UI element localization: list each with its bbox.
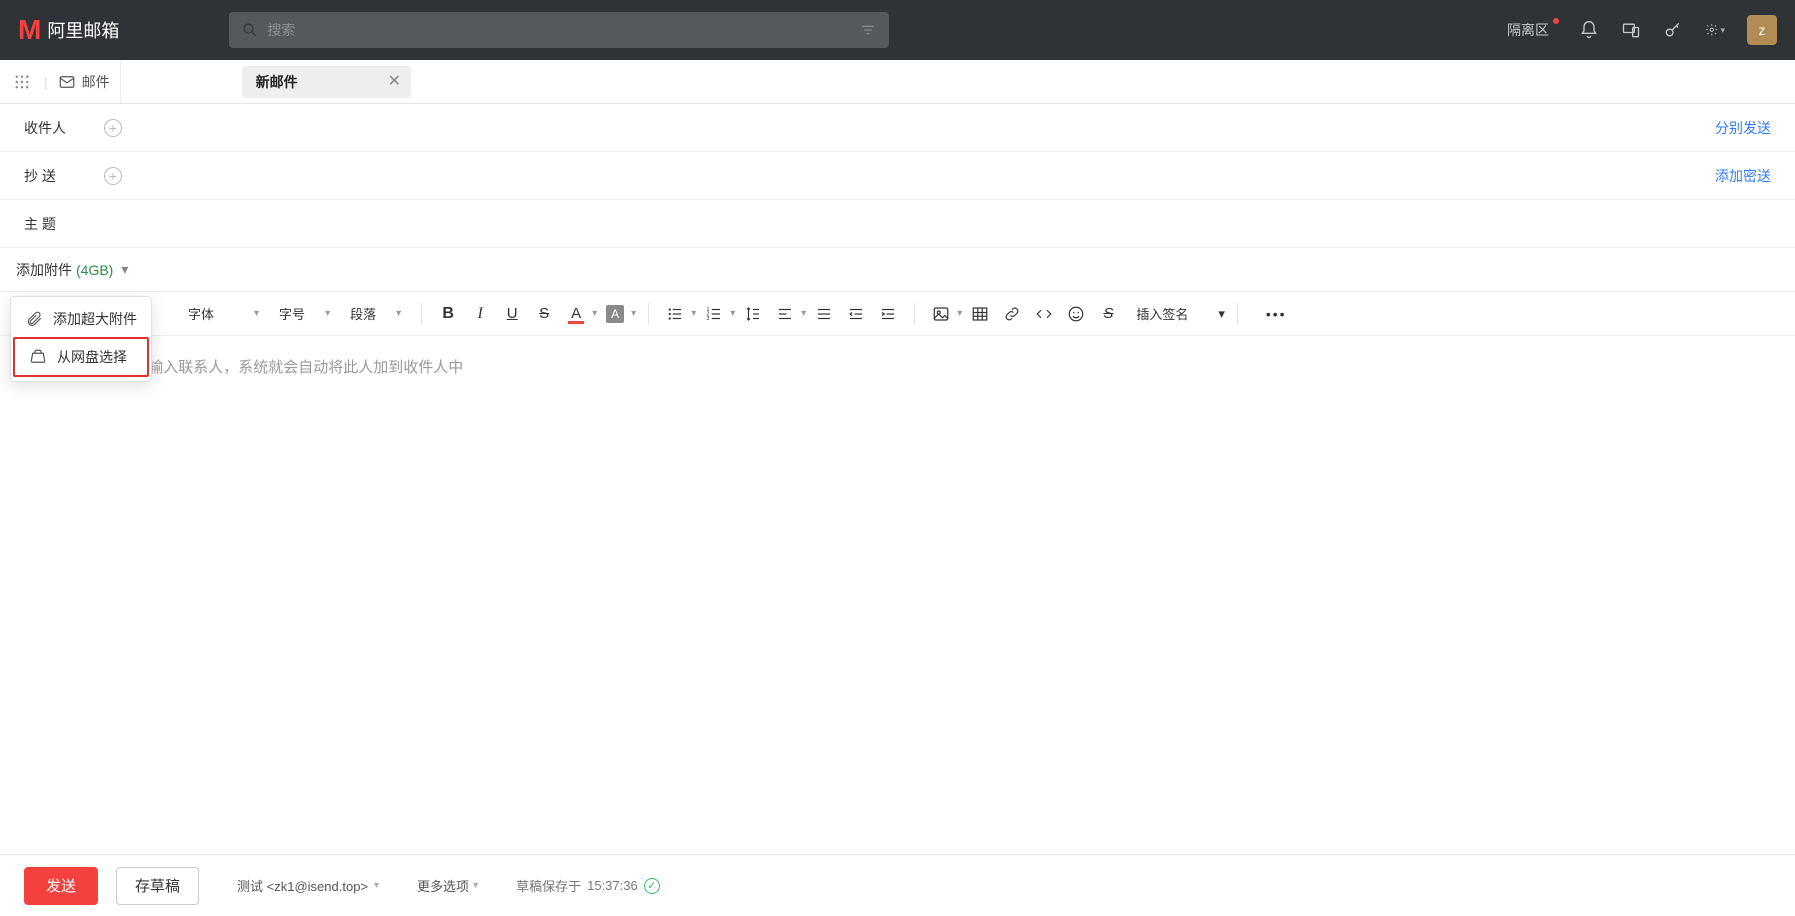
- compose-footer: 发送 存草稿 测试 <zk1@isend.top> ▾ 更多选项 ▾ 草稿保存于…: [0, 854, 1795, 916]
- attach-menu-drive-label: 从网盘选择: [57, 347, 127, 367]
- tab-row: | 邮件 新邮件 ✕: [0, 60, 1795, 104]
- italic-button[interactable]: I: [466, 300, 494, 328]
- cc-label: 抄 送: [24, 166, 84, 186]
- editor-body[interactable]: 你只需要在@后面输入联系人，系统就会自动将此人加到收件人中: [0, 336, 1795, 397]
- subject-row[interactable]: 主 题: [0, 200, 1795, 248]
- quarantine-label: 隔离区: [1507, 22, 1549, 38]
- check-icon: ✓: [644, 878, 660, 894]
- toolbar-more-button[interactable]: •••: [1266, 306, 1287, 322]
- subject-label: 主 题: [24, 214, 84, 234]
- insert-link-button[interactable]: [998, 300, 1026, 328]
- insert-signature-select[interactable]: 插入签名▾: [1136, 304, 1225, 323]
- to-label: 收件人: [24, 118, 84, 138]
- chevron-down-icon[interactable]: ▾: [121, 261, 128, 278]
- attachment-dropdown: 添加超大附件 从网盘选择: [10, 296, 152, 382]
- svg-text:3: 3: [707, 316, 710, 322]
- search-icon: [241, 21, 259, 39]
- brand-logo[interactable]: M 阿里邮箱: [18, 14, 119, 46]
- attachment-label: 添加附件: [16, 260, 72, 280]
- send-button[interactable]: 发送: [24, 867, 98, 905]
- attachment-row[interactable]: 添加附件 (4GB) ▾: [0, 248, 1795, 292]
- strikethrough-button[interactable]: S: [530, 300, 558, 328]
- from-value: 测试 <zk1@isend.top>: [237, 876, 368, 895]
- add-cc-icon[interactable]: +: [104, 167, 122, 185]
- devices-icon[interactable]: [1621, 20, 1641, 40]
- align-button[interactable]: ▾: [771, 300, 806, 328]
- editor-toolbar: 字体▾ 字号▾ 段落▾ B I U S A▾ A▾ ▾ 123▾ ▾ ▾ S 插…: [0, 292, 1795, 336]
- logo-mark-icon: M: [18, 14, 39, 46]
- quarantine-link[interactable]: 隔离区: [1507, 20, 1557, 40]
- add-recipient-icon[interactable]: +: [104, 119, 122, 137]
- apps-grid-icon[interactable]: [10, 70, 34, 94]
- search-bar[interactable]: [229, 12, 889, 48]
- key-icon[interactable]: [1663, 20, 1683, 40]
- drive-icon: [29, 348, 47, 366]
- font-family-select[interactable]: 字体▾: [180, 304, 267, 323]
- insert-table-button[interactable]: [966, 300, 994, 328]
- paragraph-select[interactable]: 段落▾: [342, 304, 409, 323]
- mail-icon: [58, 73, 76, 91]
- ordered-list-button[interactable]: 123▾: [700, 300, 735, 328]
- indent-decrease-button[interactable]: [842, 300, 870, 328]
- bell-icon[interactable]: [1579, 20, 1599, 40]
- font-size-select[interactable]: 字号▾: [271, 304, 338, 323]
- tab-mail-label: 邮件: [82, 72, 110, 92]
- underline-button[interactable]: U: [498, 300, 526, 328]
- attach-menu-drive[interactable]: 从网盘选择: [13, 337, 149, 377]
- user-avatar[interactable]: z: [1747, 15, 1777, 45]
- tab-compose-label: 新邮件: [256, 72, 298, 92]
- emoji-button[interactable]: [1062, 300, 1090, 328]
- unordered-list-button[interactable]: ▾: [661, 300, 696, 328]
- recipient-row[interactable]: 收件人 + 分别发送: [0, 104, 1795, 152]
- save-draft-button[interactable]: 存草稿: [116, 867, 199, 905]
- close-icon[interactable]: ✕: [388, 74, 401, 90]
- clear-format-button[interactable]: S: [1094, 300, 1122, 328]
- attach-menu-large-label: 添加超大附件: [53, 309, 137, 329]
- notification-dot-icon: [1553, 18, 1559, 24]
- align-justify-button[interactable]: [810, 300, 838, 328]
- cc-row[interactable]: 抄 送 + 添加密送: [0, 152, 1795, 200]
- more-options-button[interactable]: 更多选项 ▾: [417, 876, 478, 895]
- header-actions: 隔离区 ▾ z: [1507, 15, 1777, 45]
- tab-mail[interactable]: 邮件: [48, 60, 121, 103]
- search-input[interactable]: [267, 22, 859, 38]
- text-color-button[interactable]: A▾: [562, 300, 597, 328]
- code-block-button[interactable]: [1030, 300, 1058, 328]
- attach-menu-large[interactable]: 添加超大附件: [11, 301, 151, 337]
- bold-button[interactable]: B: [434, 300, 462, 328]
- draft-saved-status: 草稿保存于 15:37:36 ✓: [516, 876, 660, 895]
- separate-send-link[interactable]: 分别发送: [1715, 118, 1771, 138]
- brand-text: 阿里邮箱: [47, 17, 119, 43]
- tab-compose[interactable]: 新邮件 ✕: [242, 66, 411, 98]
- line-spacing-button[interactable]: [739, 300, 767, 328]
- add-bcc-link[interactable]: 添加密送: [1715, 166, 1771, 186]
- attachment-size: (4GB): [76, 262, 113, 278]
- indent-increase-button[interactable]: [874, 300, 902, 328]
- filter-icon[interactable]: [859, 21, 877, 39]
- from-select[interactable]: 测试 <zk1@isend.top> ▾: [237, 876, 379, 895]
- settings-icon[interactable]: ▾: [1705, 20, 1725, 40]
- insert-image-button[interactable]: ▾: [927, 300, 962, 328]
- highlight-color-button[interactable]: A▾: [601, 300, 636, 328]
- paperclip-icon: [25, 310, 43, 328]
- top-header: M 阿里邮箱 隔离区 ▾ z: [0, 0, 1795, 60]
